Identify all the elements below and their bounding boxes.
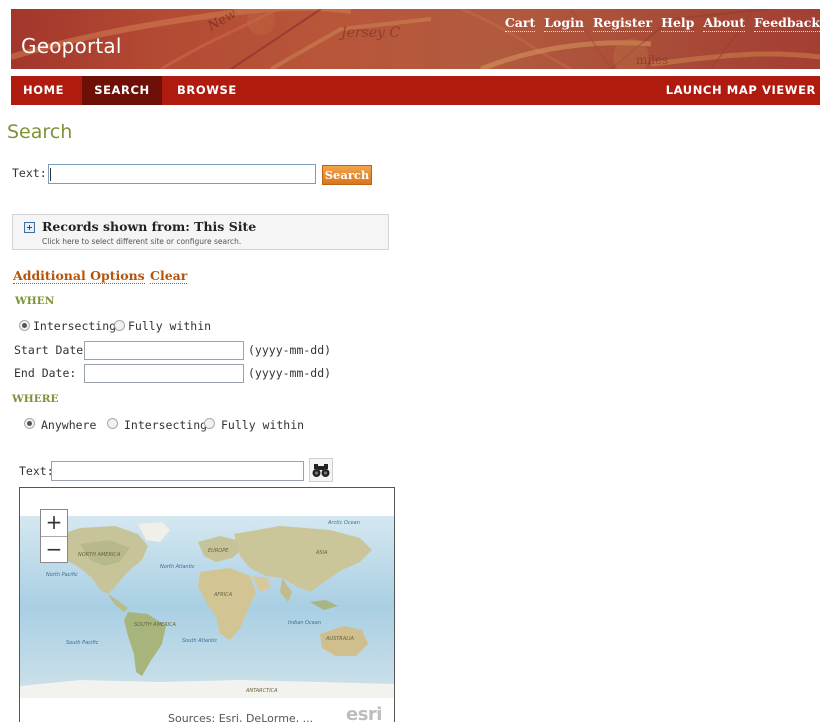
help-link[interactable]: Help [661, 15, 695, 32]
world-map[interactable]: Arctic Ocean NORTH AMERICA North Atlanti… [20, 516, 394, 698]
svg-text:South Atlantic: South Atlantic [182, 638, 217, 644]
search-text-input[interactable] [48, 164, 316, 184]
nav-home[interactable]: HOME [11, 76, 81, 105]
when-fully-within-label: Fully within [128, 319, 212, 333]
search-button[interactable]: Search [322, 165, 372, 185]
site-title[interactable]: Geoportal [21, 34, 122, 58]
additional-options-link[interactable]: Additional Options [13, 268, 145, 284]
nav-search[interactable]: SEARCH [82, 76, 162, 105]
launch-map-viewer-link[interactable]: LAUNCH MAP VIEWER [666, 76, 820, 105]
svg-text:Arctic Ocean: Arctic Ocean [327, 520, 360, 526]
svg-text:ASIA: ASIA [315, 550, 328, 556]
nav-browse[interactable]: BROWSE [177, 76, 237, 105]
where-fully-within-radio[interactable] [204, 418, 215, 429]
where-intersecting-radio[interactable] [107, 418, 118, 429]
svg-text:miles: miles [636, 53, 668, 67]
where-heading: WHERE [12, 393, 59, 405]
when-intersecting-radio[interactable] [19, 320, 30, 331]
svg-text:SOUTH AMERICA: SOUTH AMERICA [134, 622, 177, 628]
login-link[interactable]: Login [544, 15, 584, 32]
start-date-input[interactable] [84, 341, 244, 360]
locate-button[interactable] [309, 458, 333, 482]
start-date-format: (yyyy-mm-dd) [248, 343, 332, 357]
start-date-label: Start Date: [14, 343, 91, 357]
map-location-search-input[interactable] [51, 461, 304, 481]
map-zoom-control: + − [40, 509, 68, 563]
records-hint: Click here to select different site or c… [42, 237, 242, 246]
when-fully-within-radio[interactable] [114, 320, 125, 331]
clear-link[interactable]: Clear [150, 268, 188, 284]
svg-text:North Atlantic: North Atlantic [160, 564, 195, 570]
zoom-out-button[interactable]: − [41, 536, 67, 562]
map-text-label: Text: [19, 464, 54, 478]
where-anywhere-radio[interactable] [24, 418, 35, 429]
end-date-input[interactable] [84, 364, 244, 383]
svg-text:ANTARCTICA: ANTARCTICA [245, 688, 278, 694]
register-link[interactable]: Register [592, 15, 653, 32]
zoom-in-button[interactable]: + [41, 510, 67, 536]
end-date-label: End Date: [14, 366, 77, 380]
svg-text:Jersey C: Jersey C [338, 25, 400, 41]
svg-text:South Pacific: South Pacific [66, 640, 99, 646]
map-widget[interactable]: Arctic Ocean NORTH AMERICA North Atlanti… [19, 487, 395, 722]
svg-text:EUROPE: EUROPE [208, 548, 229, 554]
svg-text:AFRICA: AFRICA [213, 592, 233, 598]
site-banner: New Jersey C miles Geoportal Cart Login … [11, 9, 820, 69]
utility-links: Cart Login Register Help About Feedback [504, 15, 820, 32]
svg-text:AUSTRALIA: AUSTRALIA [325, 636, 354, 642]
where-anywhere-label: Anywhere [41, 418, 97, 432]
end-date-format: (yyyy-mm-dd) [248, 366, 332, 380]
records-shown-panel[interactable]: Records shown from: This Site Click here… [12, 214, 389, 250]
text-cursor [50, 168, 51, 181]
binoculars-icon [312, 464, 330, 477]
map-attribution: Sources: Esri, DeLorme, ... [168, 712, 314, 722]
about-link[interactable]: About [703, 15, 746, 32]
records-title: Records shown from: This Site [42, 219, 257, 234]
expand-plus-icon[interactable] [24, 222, 35, 233]
page-title: Search [7, 121, 73, 143]
cart-link[interactable]: Cart [504, 15, 536, 32]
svg-text:North Pacific: North Pacific [46, 572, 78, 578]
where-intersecting-label: Intersecting [124, 418, 208, 432]
main-nav: HOME SEARCH BROWSE LAUNCH MAP VIEWER [11, 76, 820, 105]
feedback-link[interactable]: Feedback [754, 15, 820, 32]
svg-text:NORTH AMERICA: NORTH AMERICA [78, 552, 121, 558]
svg-text:Indian Ocean: Indian Ocean [288, 620, 321, 626]
when-heading: WHEN [15, 295, 55, 307]
where-fully-within-label: Fully within [221, 418, 305, 432]
esri-logo: esri [346, 704, 382, 722]
text-label: Text: [12, 166, 47, 180]
when-intersecting-label: Intersecting [33, 319, 117, 333]
